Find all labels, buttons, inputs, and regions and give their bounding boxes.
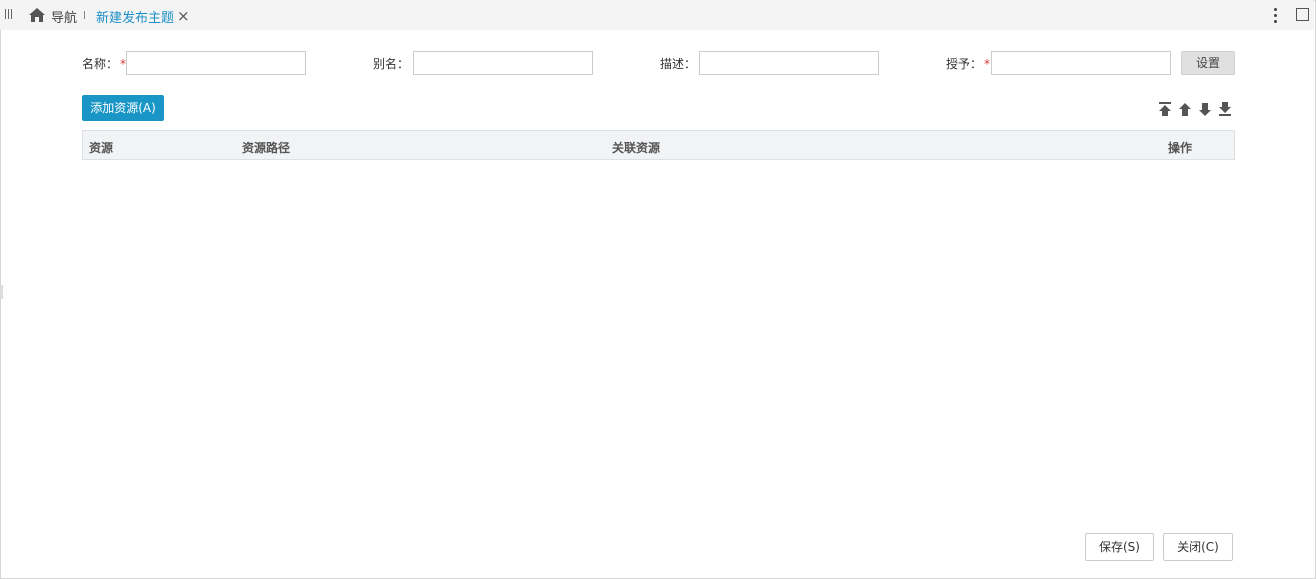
- grant-label: 授予： *: [946, 57, 991, 71]
- home-icon[interactable]: [28, 7, 46, 23]
- close-button[interactable]: 关闭(C): [1163, 533, 1233, 561]
- description-field[interactable]: [699, 51, 879, 75]
- column-header-related-resource: 关联资源: [612, 141, 661, 155]
- alias-field[interactable]: [413, 51, 593, 75]
- close-icon[interactable]: ×: [177, 8, 190, 24]
- save-button[interactable]: 保存(S): [1085, 533, 1154, 561]
- maximize-icon[interactable]: [1296, 8, 1309, 21]
- tab-separator: [84, 11, 85, 19]
- required-mark: *: [984, 57, 991, 71]
- tab-navigation[interactable]: 导航: [51, 7, 77, 26]
- column-header-actions: 操作: [1168, 141, 1193, 155]
- settings-button[interactable]: 设置: [1181, 51, 1235, 75]
- tab-new-publish-topic[interactable]: 新建发布主题: [96, 7, 174, 26]
- grant-field[interactable]: [991, 51, 1171, 75]
- column-header-resource-path: 资源路径: [242, 141, 291, 155]
- alias-label: 别名：: [373, 57, 410, 71]
- add-resource-button[interactable]: 添加资源(A): [82, 95, 164, 121]
- move-up-icon[interactable]: [1178, 101, 1192, 117]
- window-frame: [0, 0, 1316, 579]
- sidebar-toggle-icon[interactable]: [5, 9, 14, 19]
- name-field[interactable]: [126, 51, 306, 75]
- name-label: 名称： *: [82, 57, 127, 71]
- column-header-resource: 资源: [89, 141, 114, 155]
- move-to-bottom-icon[interactable]: [1218, 101, 1232, 117]
- move-down-icon[interactable]: [1198, 101, 1212, 117]
- tab-bar: 导航 新建发布主题 ×: [0, 0, 1314, 30]
- move-to-top-icon[interactable]: [1158, 101, 1172, 117]
- more-menu-icon[interactable]: [1270, 6, 1280, 24]
- splitter-handle[interactable]: [0, 285, 3, 299]
- description-label: 描述：: [660, 57, 697, 71]
- resource-table-header: 资源 资源路径 关联资源 操作: [82, 130, 1235, 160]
